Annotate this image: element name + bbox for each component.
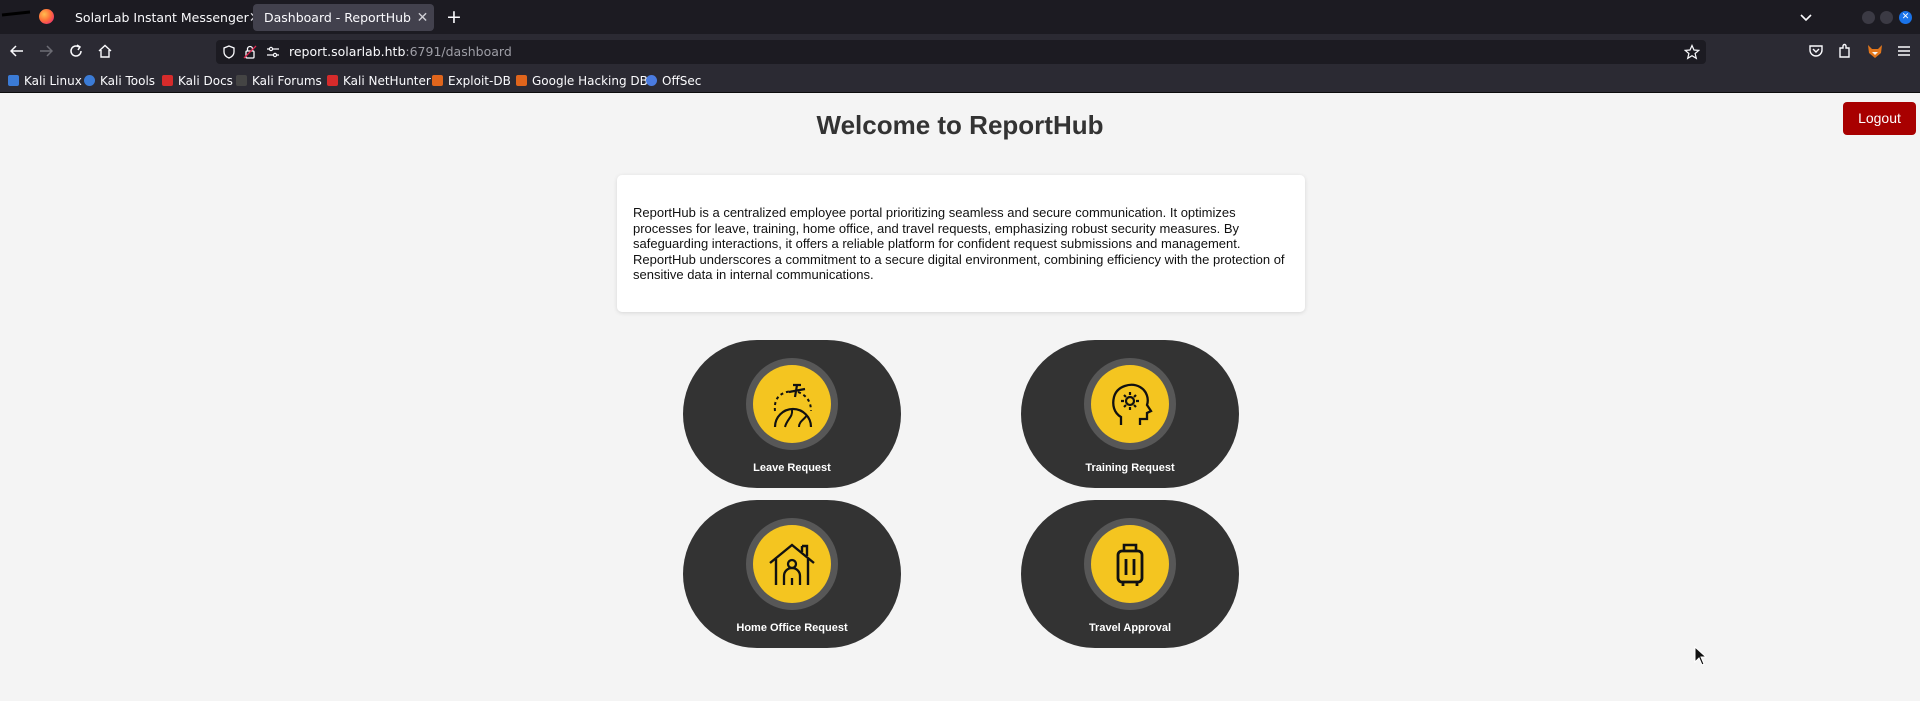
dragon-icon [8, 75, 19, 86]
home-icon [98, 44, 112, 58]
intro-text: ReportHub is a centralized employee port… [633, 205, 1285, 283]
bookmark-offsec[interactable]: OffSec [646, 72, 701, 89]
training-request-button[interactable]: Training Request [1021, 340, 1239, 488]
bookmark-label: Exploit-DB [448, 73, 511, 88]
reporthub-dashboard: Welcome to ReportHub Logout ReportHub is… [0, 94, 1920, 701]
bookmark-label: Kali Forums [252, 73, 322, 88]
travel-approval-button[interactable]: Travel Approval [1021, 500, 1239, 648]
icon-ring [746, 518, 838, 610]
exploit-db-icon [432, 75, 443, 86]
window-close-button[interactable]: ✕ [1899, 11, 1912, 24]
page-title: Welcome to ReportHub [816, 110, 1104, 140]
tile-label: Leave Request [753, 462, 831, 474]
forums-icon [236, 75, 247, 86]
icon-circle [753, 525, 831, 603]
minimize-button[interactable] [1862, 11, 1875, 24]
tab-dashboard-reporthub[interactable]: Dashboard - ReportHub ✕ [253, 4, 434, 31]
bookmark-label: Kali Docs [178, 73, 233, 88]
luggage-icon [1116, 543, 1144, 586]
chevron-down-icon[interactable] [1797, 8, 1815, 26]
bookmark-kali-nethunter[interactable]: Kali NetHunter [327, 72, 431, 89]
pocket-icon[interactable] [1807, 42, 1825, 60]
tile-label: Travel Approval [1088, 622, 1172, 634]
tile-label: Home Office Request [736, 622, 848, 634]
logout-button[interactable]: Logout [1843, 102, 1916, 135]
icon-circle [753, 365, 831, 443]
bookmark-kali-linux[interactable]: Kali Linux [8, 72, 82, 89]
tab-solarlab-messenger[interactable]: SolarLab Instant Messenger ✕ [64, 4, 260, 31]
ghdb-icon [516, 75, 527, 86]
tools-icon [84, 75, 95, 86]
hamburger-menu-icon[interactable] [1895, 42, 1913, 60]
url-path: :6791/dashboard [405, 44, 512, 59]
extensions-icon[interactable] [1836, 42, 1854, 60]
bookmark-label: Kali Tools [100, 73, 156, 88]
intro-card: ReportHub is a centralized employee port… [617, 175, 1305, 312]
house-person-icon [769, 543, 815, 585]
back-button[interactable] [6, 40, 28, 62]
nethunter-icon [327, 75, 338, 86]
head-gear-icon [1112, 383, 1153, 425]
firefox-logo-icon [39, 9, 54, 24]
bookmark-label: OffSec [662, 73, 702, 88]
tab-bar: SolarLab Instant Messenger ✕ Dashboard -… [0, 0, 1920, 34]
docs-icon [162, 75, 173, 86]
icon-ring [1084, 518, 1176, 610]
home-button[interactable] [94, 40, 116, 62]
bookmark-kali-forums[interactable]: Kali Forums [236, 72, 322, 89]
leave-request-button[interactable]: Leave Request [683, 340, 901, 488]
reload-button[interactable] [65, 40, 87, 62]
close-icon[interactable]: ✕ [411, 10, 434, 26]
arrow-left-icon [10, 45, 23, 57]
bookmark-star-icon[interactable] [1684, 44, 1700, 60]
lock-warning-icon[interactable] [243, 45, 257, 59]
forward-button[interactable] [35, 40, 57, 62]
address-bar[interactable]: report.solarlab.htb:6791/dashboard [216, 40, 1706, 64]
icon-ring [746, 358, 838, 450]
bookmark-kali-tools[interactable]: Kali Tools [84, 72, 155, 89]
icon-ring [1084, 358, 1176, 450]
bookmark-label: Kali Linux [24, 73, 82, 88]
tab-scroll-edge [1, 10, 31, 17]
bookmark-google-hacking-db[interactable]: Google Hacking DB [516, 72, 648, 89]
page-permissions-icon[interactable] [266, 45, 280, 59]
maximize-button[interactable] [1880, 11, 1893, 24]
arrow-right-icon [40, 45, 53, 57]
icon-circle [1091, 365, 1169, 443]
new-tab-button[interactable]: + [442, 5, 466, 29]
bookmark-label: Kali NetHunter [343, 73, 431, 88]
tab-label: SolarLab Instant Messenger [75, 10, 249, 25]
url-text[interactable]: report.solarlab.htb:6791/dashboard [289, 44, 512, 59]
bookmark-exploit-db[interactable]: Exploit-DB [432, 72, 511, 89]
shield-icon[interactable] [222, 45, 236, 59]
icon-circle [1091, 525, 1169, 603]
mouse-pointer-icon [1694, 646, 1708, 666]
bookmarks-toolbar: Kali Linux Kali Tools Kali Docs Kali For… [0, 68, 1920, 93]
bookmark-kali-docs[interactable]: Kali Docs [162, 72, 233, 89]
airplane-globe-icon [773, 383, 813, 428]
fox-extension-icon[interactable] [1866, 42, 1884, 60]
bookmark-label: Google Hacking DB [532, 73, 648, 88]
offsec-icon [646, 75, 657, 86]
home-office-request-button[interactable]: Home Office Request [683, 500, 901, 648]
reload-icon [70, 44, 82, 57]
tab-label: Dashboard - ReportHub [264, 10, 411, 25]
url-host: report.solarlab.htb [289, 44, 406, 59]
tile-label: Training Request [1085, 462, 1175, 474]
